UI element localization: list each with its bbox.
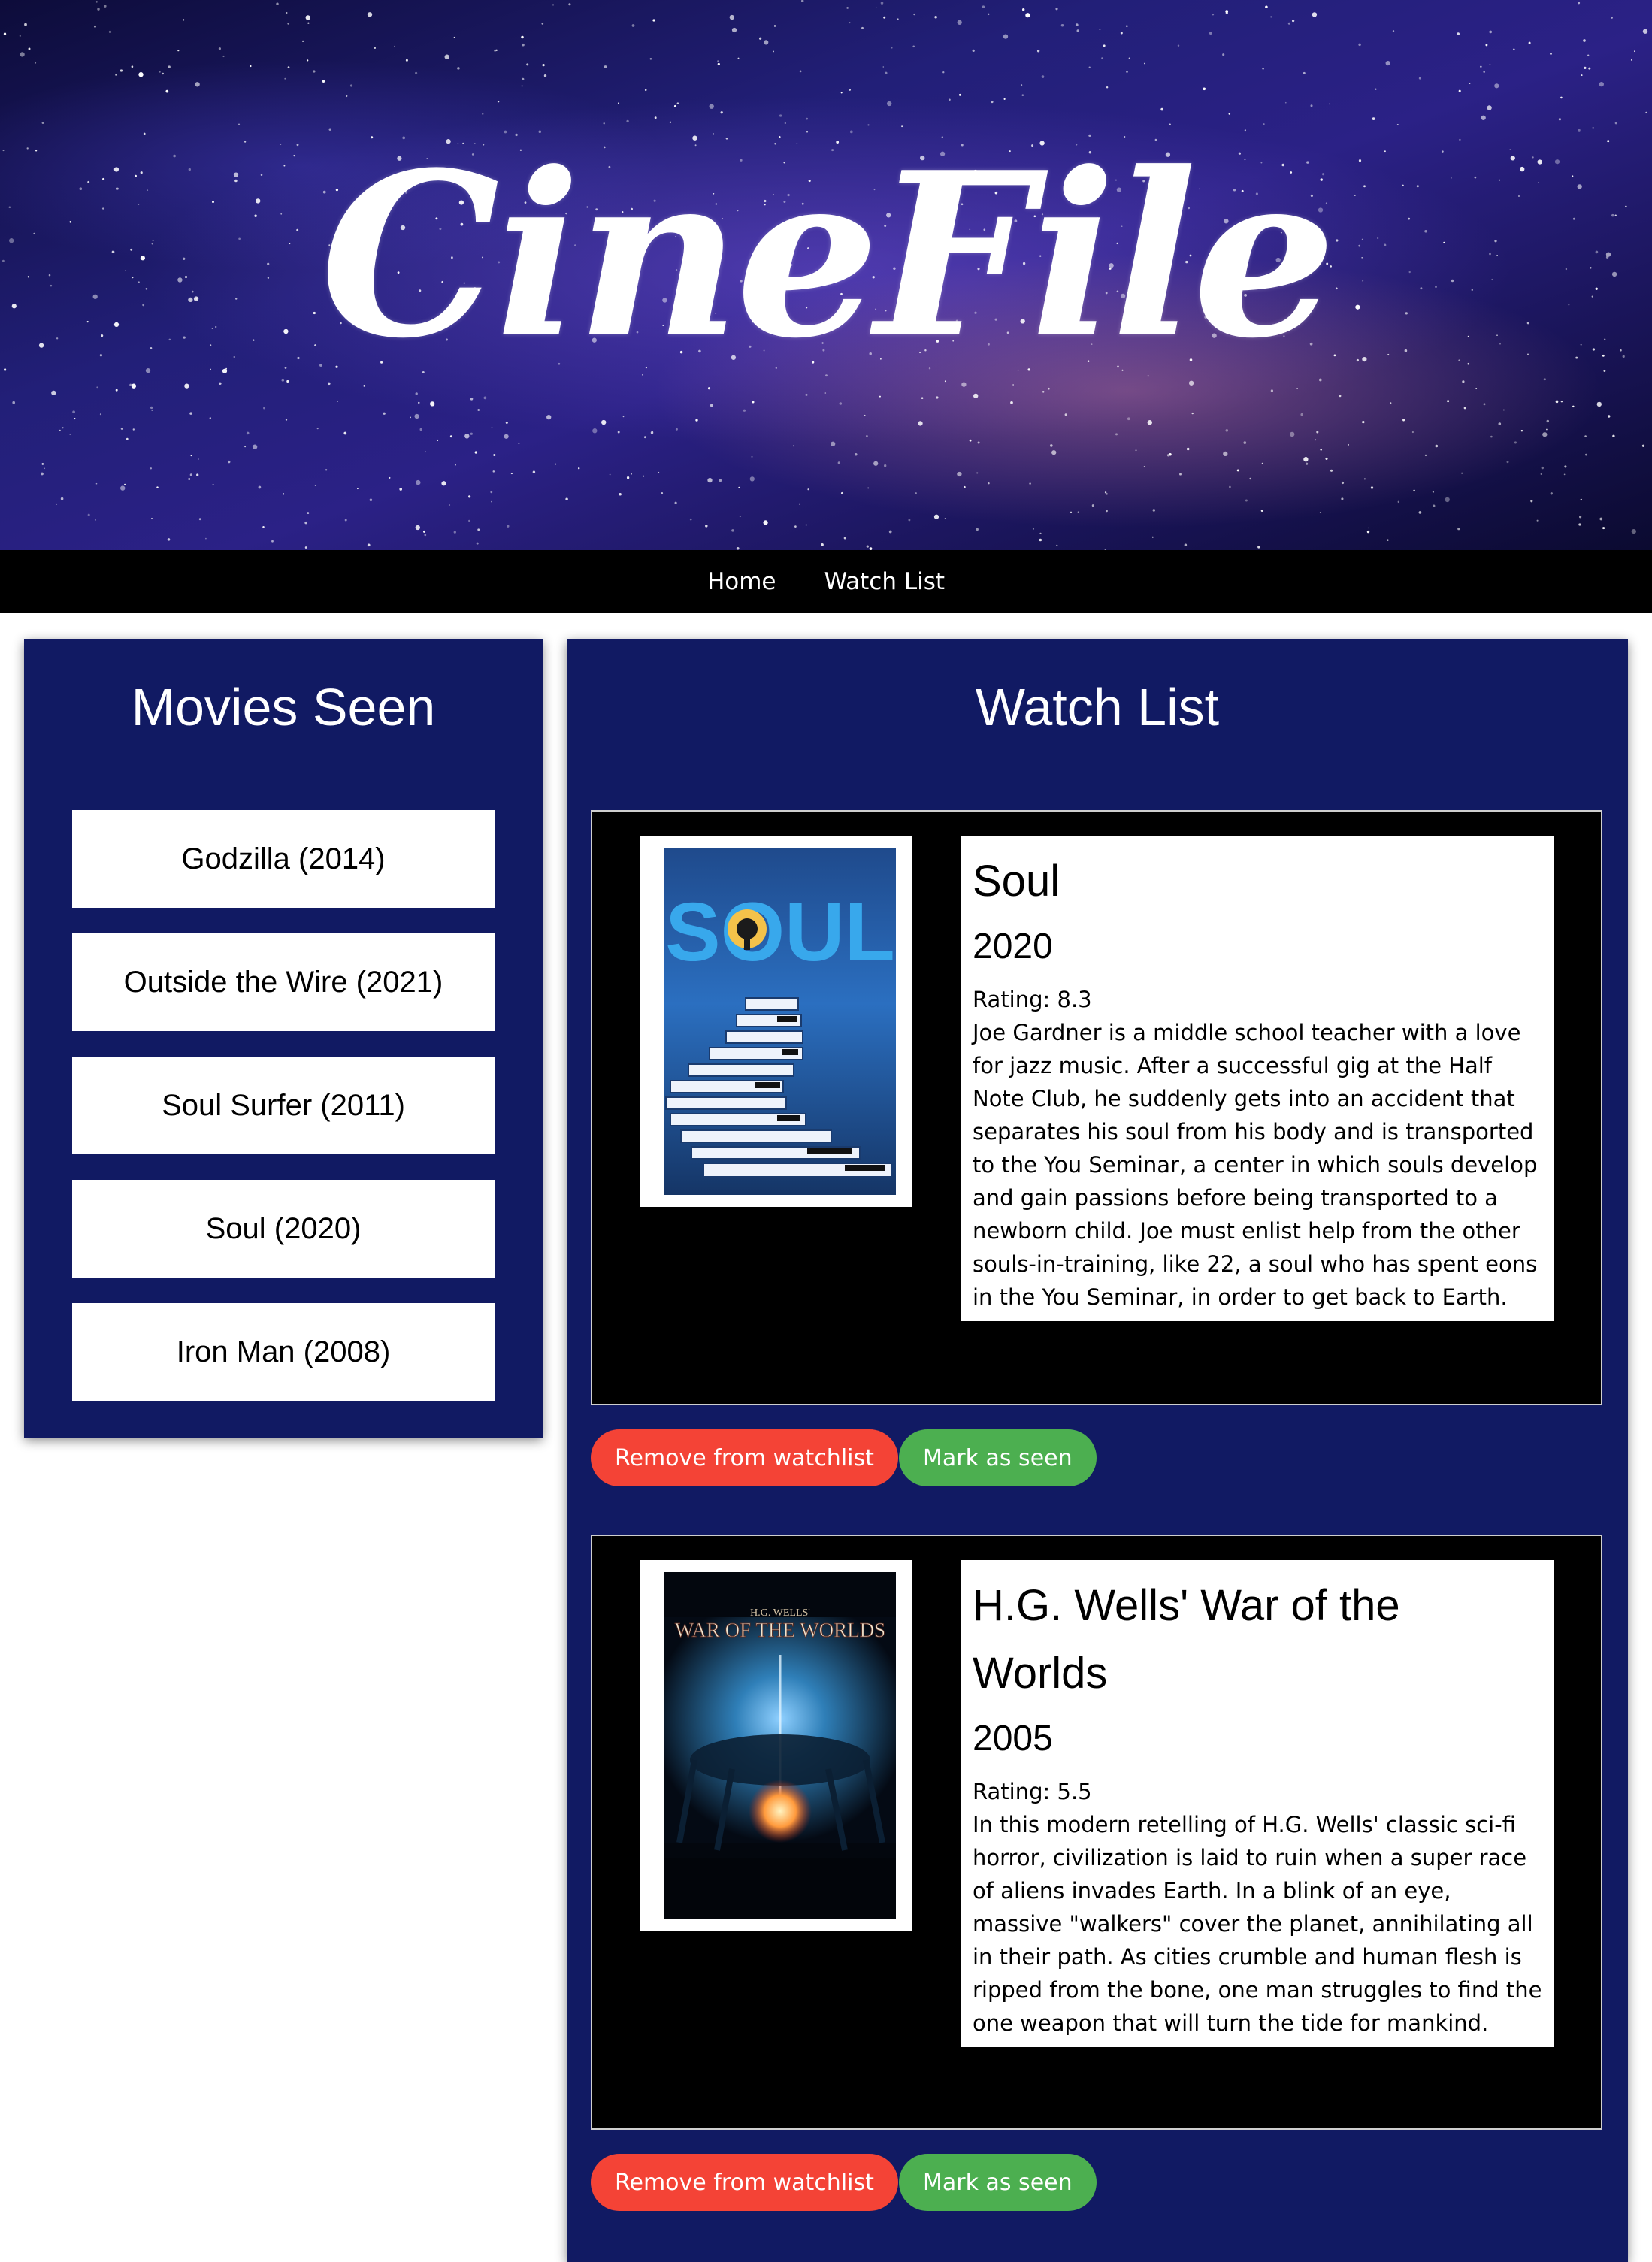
poster-frame: H.G. WELLS' WAR OF THE WORLDS — [640, 1560, 912, 1931]
movie-description: Joe Gardner is a middle school teacher w… — [973, 1020, 1538, 1310]
nav-home-link[interactable]: Home — [707, 568, 776, 595]
seen-movie-item[interactable]: Godzilla (2014) — [72, 810, 495, 908]
nav-watch-list-link[interactable]: Watch List — [824, 568, 945, 595]
movie-card: H.G. WELLS' WAR OF THE WORLDS H.G. Wells… — [591, 1535, 1602, 2130]
movie-poster-war-of-the-worlds: H.G. WELLS' WAR OF THE WORLDS — [664, 1572, 896, 1919]
seen-movie-item[interactable]: Soul (2020) — [72, 1180, 495, 1278]
site-logo: CineFile — [320, 122, 1336, 388]
movie-title: H.G. Wells' War of the Worlds — [973, 1581, 1400, 1698]
movie-info: Soul 2020 Rating: 8.3 Joe Gardner is a m… — [961, 836, 1554, 1321]
movie-description: In this modern retelling of H.G. Wells' … — [973, 1812, 1542, 2036]
movie-year: 2005 — [973, 1719, 1053, 1758]
poster-title-text: WAR OF THE WORLDS — [675, 1619, 885, 1641]
movie-rating: Rating: 5.5 — [973, 1779, 1092, 1804]
poster-top-text: H.G. WELLS' — [750, 1607, 810, 1619]
watch-list-panel: Watch List SOUL Soul 2020 Rating: 8.3 Jo… — [567, 639, 1628, 2262]
movie-info: H.G. Wells' War of the Worlds 2005 Ratin… — [961, 1560, 1554, 2047]
remove-from-watchlist-button[interactable]: Remove from watchlist — [591, 2154, 898, 2211]
movie-year: 2020 — [973, 927, 1053, 966]
poster-title-text: SOUL — [665, 886, 895, 978]
seen-movie-item[interactable]: Soul Surfer (2011) — [72, 1057, 495, 1154]
mark-as-seen-button[interactable]: Mark as seen — [899, 2154, 1097, 2211]
hero-banner: CineFile — [0, 0, 1652, 550]
remove-from-watchlist-button[interactable]: Remove from watchlist — [591, 1429, 898, 1486]
seen-movie-item[interactable]: Outside the Wire (2021) — [72, 933, 495, 1031]
main-nav: Home Watch List — [0, 550, 1652, 613]
movie-title: Soul — [973, 857, 1060, 906]
seen-movie-item[interactable]: Iron Man (2008) — [72, 1303, 495, 1401]
movie-card: SOUL Soul 2020 Rating: 8.3 Joe Gardner i… — [591, 810, 1602, 1405]
watch-list-title: Watch List — [975, 678, 1220, 736]
movie-poster-soul: SOUL — [664, 848, 896, 1195]
movies-seen-panel: Movies Seen Godzilla (2014) Outside the … — [24, 639, 543, 1438]
poster-frame: SOUL — [640, 836, 912, 1207]
mark-as-seen-button[interactable]: Mark as seen — [899, 1429, 1097, 1486]
movie-rating: Rating: 8.3 — [973, 987, 1092, 1012]
movies-seen-title: Movies Seen — [131, 678, 436, 736]
